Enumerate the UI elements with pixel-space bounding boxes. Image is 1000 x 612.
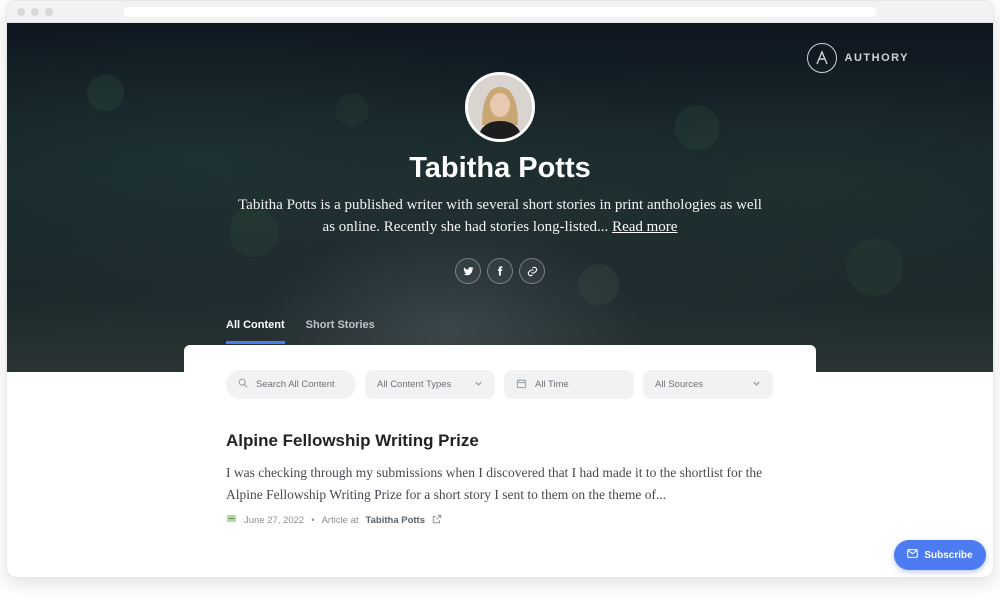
social-links [455,258,545,284]
twitter-button[interactable] [455,258,481,284]
time-value: All Time [535,379,569,390]
article-title[interactable]: Alpine Fellowship Writing Prize [226,431,772,451]
external-link-icon[interactable] [432,514,442,527]
profile-bio: Tabitha Potts is a published writer with… [233,195,767,238]
facebook-icon [497,266,503,276]
calendar-icon [516,378,527,392]
time-select[interactable]: All Time [504,370,634,399]
article-excerpt: I was checking through my submissions wh… [226,465,763,502]
article-meta: June 27, 2022 • Article at Tabitha Potts [226,513,772,527]
content-type-select[interactable]: All Content Types [365,370,495,399]
filter-bar: Search All Content All Content Types All… [226,370,773,399]
window-maximize-dot[interactable] [45,8,53,16]
bio-text: Tabitha Potts is a published writer with… [238,197,762,235]
sources-select[interactable]: All Sources [643,370,773,399]
subscribe-label: Subscribe [924,549,973,561]
content-panel: Search All Content All Content Types All… [184,345,816,577]
source-favicon-icon [226,513,237,527]
tab-all-content[interactable]: All Content [226,319,285,344]
profile-avatar [465,72,535,142]
search-icon [238,378,248,391]
tab-short-stories[interactable]: Short Stories [306,319,375,344]
chevron-down-icon [752,379,761,391]
authory-logo[interactable]: AUTHORY [806,43,909,73]
browser-chrome [7,1,993,23]
browser-window: AUTHORY Tabitha Potts Tabitha Potts is a… [6,0,994,578]
read-more-link[interactable]: Read more [612,219,677,235]
content-type-value: All Content Types [377,379,452,390]
chevron-down-icon [474,379,483,391]
twitter-icon [462,266,474,275]
article-source: Tabitha Potts [365,514,425,526]
search-placeholder: Search All Content [256,379,335,390]
search-input[interactable]: Search All Content [226,370,356,399]
mail-icon [907,549,919,561]
content-tabs: All Content Short Stories [226,319,375,344]
window-close-dot[interactable] [17,8,25,16]
profile-name: Tabitha Potts [409,152,591,184]
address-bar[interactable] [123,7,877,17]
sources-value: All Sources [655,379,704,390]
authory-logo-icon [806,43,837,73]
window-minimize-dot[interactable] [31,8,39,16]
profile-hero: AUTHORY Tabitha Potts Tabitha Potts is a… [7,23,993,372]
subscribe-button[interactable]: Subscribe [894,540,986,570]
link-button[interactable] [519,258,545,284]
meta-separator: • [311,514,315,526]
brand-name: AUTHORY [844,52,909,64]
facebook-button[interactable] [487,258,513,284]
article-date: June 27, 2022 [244,514,305,526]
article-type: Article at [321,514,359,526]
article-card[interactable]: Alpine Fellowship Writing Prize I was ch… [226,431,772,527]
link-icon [527,266,537,276]
